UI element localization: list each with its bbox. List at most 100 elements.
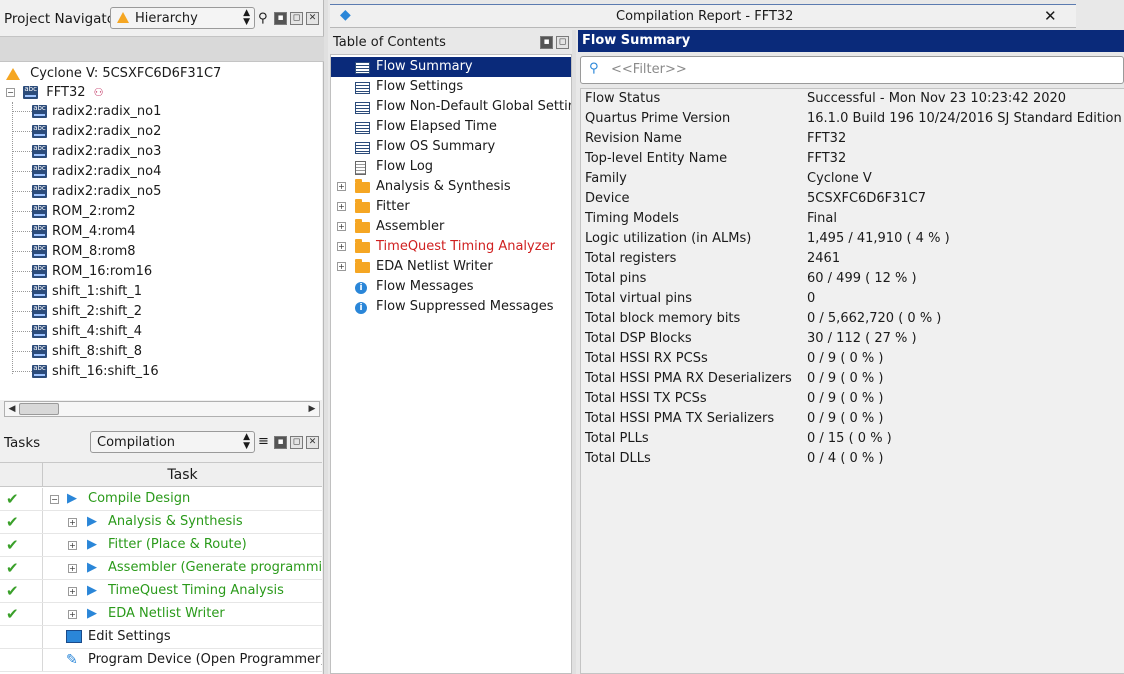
- summary-row: Total DLLs 0 / 4 ( 0 % ): [585, 451, 1121, 471]
- instance-row[interactable]: abc shift_4:shift_4: [12, 324, 142, 344]
- instance-row[interactable]: abc radix2:radix_no3: [12, 144, 161, 164]
- toc-item[interactable]: i Flow Messages: [331, 277, 571, 297]
- toc-item[interactable]: + Fitter: [331, 197, 571, 217]
- pin-icon[interactable]: ▪: [274, 436, 287, 449]
- folder-icon: [355, 259, 370, 273]
- close-icon[interactable]: ✕: [306, 436, 319, 449]
- instance-row[interactable]: abc radix2:radix_no1: [12, 104, 161, 124]
- task-row[interactable]: Edit Settings: [0, 626, 322, 649]
- task-row[interactable]: ✔ + ▶ Analysis & Synthesis: [0, 511, 322, 534]
- flow-combo[interactable]: Compilation ▲ ▼: [90, 431, 255, 453]
- toc-item[interactable]: i Flow Suppressed Messages: [331, 297, 571, 317]
- left-splitter[interactable]: [324, 0, 328, 674]
- summary-key: Total block memory bits: [585, 311, 741, 326]
- table-icon: [355, 61, 370, 74]
- instance-row[interactable]: abc shift_2:shift_2: [12, 304, 142, 324]
- toc-item[interactable]: Flow Summary: [331, 57, 571, 77]
- mid-splitter[interactable]: [572, 30, 576, 674]
- instance-row[interactable]: abc radix2:radix_no5: [12, 184, 161, 204]
- close-report-icon[interactable]: ✕: [1044, 7, 1057, 25]
- toc-item-label: Flow OS Summary: [376, 139, 496, 154]
- play-icon[interactable]: ▶: [87, 537, 97, 552]
- pin-icon[interactable]: ▪: [274, 12, 287, 25]
- task-row[interactable]: ✔ + ▶ EDA Netlist Writer: [0, 603, 322, 626]
- instance-label: radix2:radix_no3: [52, 144, 162, 159]
- toc-item[interactable]: Flow OS Summary: [331, 137, 571, 157]
- expand-icon[interactable]: +: [337, 182, 346, 191]
- toc-item[interactable]: + Analysis & Synthesis: [331, 177, 571, 197]
- summary-key: Total HSSI PMA RX Deserializers: [585, 371, 792, 386]
- toc-item[interactable]: + EDA Netlist Writer: [331, 257, 571, 277]
- entity-icon: abc: [32, 125, 47, 138]
- float-icon[interactable]: ◻: [290, 436, 303, 449]
- search-icon[interactable]: ⚲: [258, 11, 268, 26]
- summary-value: Final: [807, 211, 837, 226]
- toc-title: Table of Contents: [333, 35, 446, 50]
- hierarchy-combo[interactable]: Hierarchy ▲ ▼: [110, 7, 255, 29]
- list-icon[interactable]: ≡: [258, 434, 269, 449]
- play-icon[interactable]: ▶: [87, 560, 97, 575]
- tree-connector: [12, 331, 32, 332]
- folder-icon: [355, 219, 370, 233]
- summary-key: Total pins: [585, 271, 647, 286]
- float-icon[interactable]: ◻: [290, 12, 303, 25]
- play-icon[interactable]: ▶: [87, 514, 97, 529]
- toc-item[interactable]: Flow Settings: [331, 77, 571, 97]
- instance-row[interactable]: abc radix2:radix_no2: [12, 124, 161, 144]
- toc-item[interactable]: Flow Elapsed Time: [331, 117, 571, 137]
- scroll-left-icon[interactable]: ◀: [5, 402, 19, 416]
- float-icon[interactable]: ◻: [556, 36, 569, 49]
- filter-input[interactable]: ⚲ <<Filter>>: [580, 56, 1124, 84]
- horizontal-scrollbar[interactable]: ◀ ▶: [4, 401, 320, 417]
- instance-row[interactable]: abc radix2:radix_no4: [12, 164, 161, 184]
- instance-row[interactable]: abc ROM_8:rom8: [12, 244, 136, 264]
- entity-icon: abc: [32, 345, 47, 358]
- expand-icon[interactable]: +: [337, 202, 346, 211]
- pin-icon[interactable]: ▪: [540, 36, 553, 49]
- task-row[interactable]: ✔ + ▶ Assembler (Generate programming files…: [0, 557, 322, 580]
- combo-arrows-icon: ▲ ▼: [243, 432, 250, 451]
- task-row[interactable]: ✔ − ▶ Compile Design: [0, 488, 322, 511]
- play-icon[interactable]: ▶: [87, 606, 97, 621]
- task-row[interactable]: ✎ Program Device (Open Programmer): [0, 649, 322, 672]
- play-icon[interactable]: ▶: [67, 491, 77, 506]
- toc-item[interactable]: Flow Log: [331, 157, 571, 177]
- expand-icon[interactable]: +: [68, 518, 77, 527]
- device-row[interactable]: Cyclone V: 5CSXFC6D6F31C7: [6, 66, 221, 86]
- task-row[interactable]: ✔ + ▶ Fitter (Place & Route): [0, 534, 322, 557]
- instance-row[interactable]: abc shift_16:shift_16: [12, 364, 159, 384]
- expand-icon[interactable]: +: [68, 564, 77, 573]
- close-icon[interactable]: ✕: [306, 12, 319, 25]
- scroll-right-icon[interactable]: ▶: [305, 402, 319, 416]
- summary-value: 60 / 499 ( 12 % ): [807, 271, 917, 286]
- toc-item[interactable]: + Assembler: [331, 217, 571, 237]
- instance-row[interactable]: abc ROM_4:rom4: [12, 224, 136, 244]
- expand-icon[interactable]: +: [68, 541, 77, 550]
- toc-item[interactable]: + TimeQuest Timing Analyzer: [331, 237, 571, 257]
- flow-summary-title: Flow Summary: [578, 30, 1124, 52]
- folder-icon: [355, 179, 370, 193]
- collapse-icon[interactable]: −: [6, 88, 15, 97]
- toc-item-label: Flow Messages: [376, 279, 474, 294]
- task-column-header[interactable]: Task: [42, 463, 322, 487]
- summary-value: Successful - Mon Nov 23 10:23:42 2020: [807, 91, 1067, 106]
- instance-row[interactable]: abc shift_1:shift_1: [12, 284, 142, 304]
- summary-row: Flow Status Successful - Mon Nov 23 10:23…: [585, 91, 1121, 111]
- task-row[interactable]: ✔ + ▶ TimeQuest Timing Analysis: [0, 580, 322, 603]
- column-divider: [42, 557, 43, 579]
- instance-row[interactable]: abc ROM_16:rom16: [12, 264, 152, 284]
- expand-icon[interactable]: +: [68, 610, 77, 619]
- toc-item[interactable]: Flow Non-Default Global Settings: [331, 97, 571, 117]
- toc-item-label: Fitter: [376, 199, 410, 214]
- instance-row[interactable]: abc shift_8:shift_8: [12, 344, 142, 364]
- scroll-thumb[interactable]: [19, 403, 59, 415]
- collapse-icon[interactable]: −: [50, 495, 59, 504]
- play-icon[interactable]: ▶: [87, 583, 97, 598]
- expand-icon[interactable]: +: [337, 262, 346, 271]
- summary-row: Total DSP Blocks 30 / 112 ( 27 % ): [585, 331, 1121, 351]
- expand-icon[interactable]: +: [337, 222, 346, 231]
- instance-row[interactable]: abc ROM_2:rom2: [12, 204, 136, 224]
- expand-icon[interactable]: +: [68, 587, 77, 596]
- expand-icon[interactable]: +: [337, 242, 346, 251]
- top-entity-row[interactable]: − abc FFT32 ⚇: [6, 85, 104, 105]
